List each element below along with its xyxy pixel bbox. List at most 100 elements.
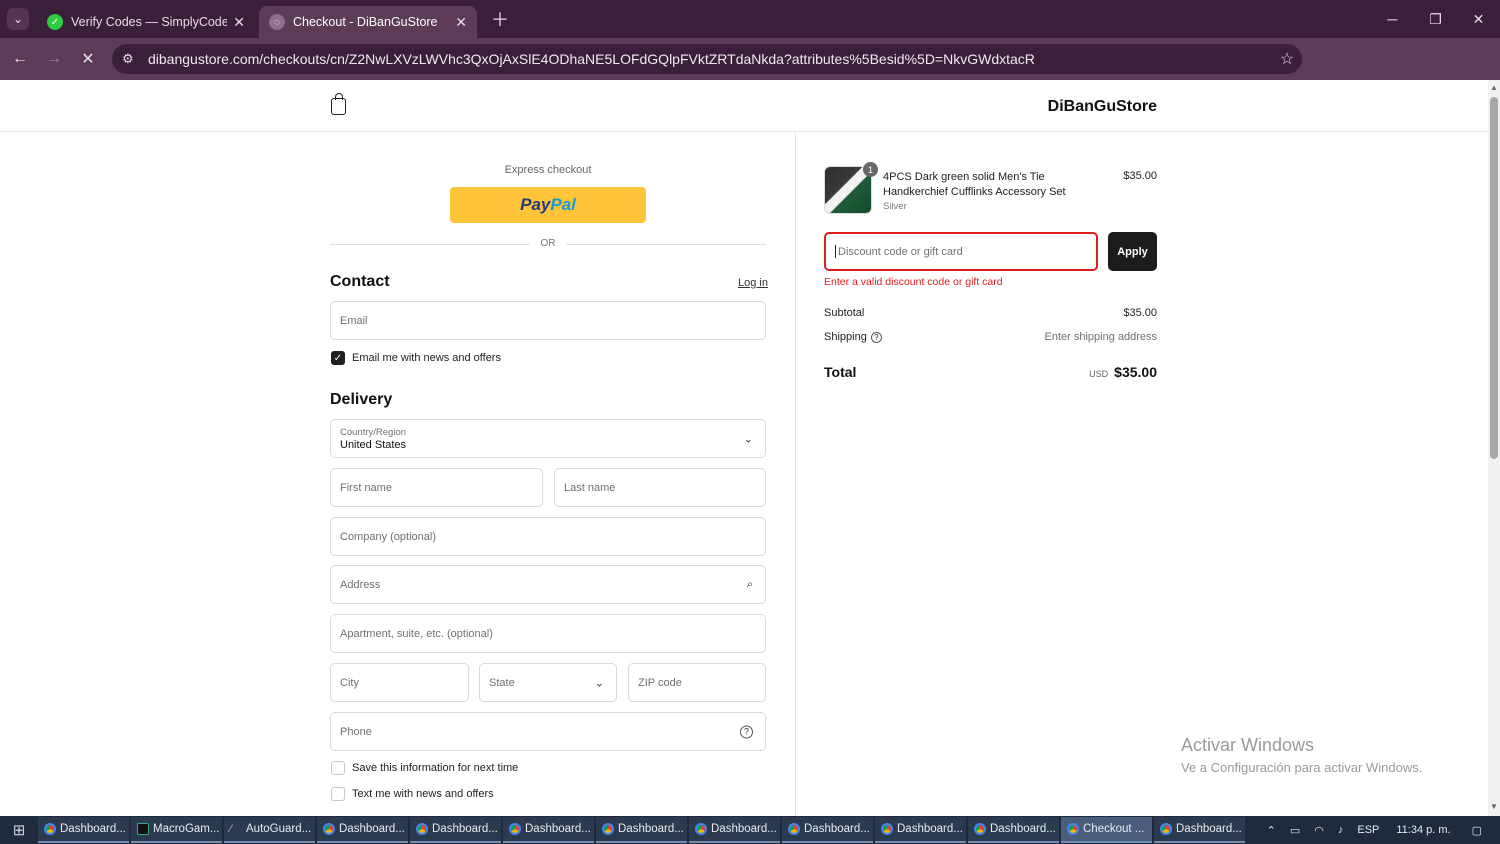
tray-chevron-up-icon[interactable]: ⌃ xyxy=(1267,824,1276,837)
paypal-button[interactable]: Pay Pal xyxy=(450,187,646,223)
divider-line xyxy=(566,244,766,245)
scroll-down-arrow-icon[interactable]: ▼ xyxy=(1490,802,1498,811)
total-amount: USD $35.00 xyxy=(1089,364,1157,380)
chrome-app-icon xyxy=(788,823,800,835)
new-tab-plus-icon[interactable]: ＋ xyxy=(491,6,509,32)
country-label: Country/Region xyxy=(340,427,407,438)
battery-icon[interactable]: ▭ xyxy=(1290,824,1300,837)
taskbar-item[interactable]: Dashboard... xyxy=(410,817,501,843)
subtotal-label: Subtotal xyxy=(824,307,865,319)
scroll-up-arrow-icon[interactable]: ▲ xyxy=(1490,83,1498,92)
loading-favicon-icon: ◌ xyxy=(269,14,285,30)
country-value: United States xyxy=(340,439,407,451)
wifi-icon[interactable]: ◠ xyxy=(1314,824,1324,837)
tab-checkout[interactable]: ◌ Checkout - DiBanGuStore ✕ xyxy=(259,6,477,38)
paypal-logo-part1: Pay xyxy=(520,195,551,214)
taskbar-item[interactable]: Checkout ... xyxy=(1061,817,1152,843)
country-select[interactable]: Country/Region United States ⌄ xyxy=(330,419,766,458)
apply-button[interactable]: Apply xyxy=(1108,232,1157,271)
city-field[interactable]: City xyxy=(330,663,469,702)
zip-field[interactable]: ZIP code xyxy=(628,663,766,702)
first-name-field[interactable]: First name xyxy=(330,468,543,507)
text-me-checkbox[interactable] xyxy=(331,787,345,801)
taskbar-item[interactable]: Dashboard... xyxy=(596,817,687,843)
address-field[interactable]: Address ⌕ xyxy=(330,565,766,604)
chrome-app-icon xyxy=(1160,823,1172,835)
simplycodes-favicon-icon: ✓ xyxy=(47,14,63,30)
email-field[interactable]: Email xyxy=(330,301,766,340)
taskbar-item[interactable]: Dashboard... xyxy=(1154,817,1245,843)
taskbar-item[interactable]: MacroGam... xyxy=(131,817,222,843)
tab-simplycodes[interactable]: ✓ Verify Codes — SimplyCodes ✕ xyxy=(37,6,255,38)
first-name-placeholder: First name xyxy=(340,481,392,494)
close-window-icon[interactable]: ✕ xyxy=(1457,0,1500,38)
zip-placeholder: ZIP code xyxy=(638,676,682,689)
city-placeholder: City xyxy=(340,676,359,689)
save-info-checkbox[interactable] xyxy=(331,761,345,775)
url-text[interactable]: dibangustore.com/checkouts/cn/Z2NwLXVzLW… xyxy=(148,51,1272,67)
close-tab-icon[interactable]: ✕ xyxy=(455,14,467,31)
start-grid-icon[interactable]: ⊞ xyxy=(0,816,38,844)
quantity-badge: 1 xyxy=(863,162,878,177)
window-controls: ─ ❐ ✕ xyxy=(1371,0,1500,38)
address-placeholder: Address xyxy=(340,578,381,591)
volume-icon[interactable]: ♪ xyxy=(1338,824,1344,836)
apartment-field[interactable]: Apartment, suite, etc. (optional) xyxy=(330,614,766,653)
company-field[interactable]: Company (optional) xyxy=(330,517,766,556)
help-question-icon[interactable]: ? xyxy=(870,331,882,343)
notifications-icon[interactable]: ▢ xyxy=(1472,824,1482,837)
stop-loading-icon[interactable]: ✕ xyxy=(71,42,105,76)
browser-toolbar: ← → ✕ ⚙ dibangustore.com/checkouts/cn/Z2… xyxy=(0,38,1500,109)
delivery-heading: Delivery xyxy=(330,391,393,408)
text-me-label: Text me with news and offers xyxy=(352,788,494,800)
language-indicator[interactable]: ESP xyxy=(1357,824,1379,836)
back-arrow-icon[interactable]: ← xyxy=(3,42,37,76)
page-scrollbar[interactable]: ▲ ▼ xyxy=(1488,80,1500,816)
watermark-subtitle: Ve a Configuración para activar Windows. xyxy=(1181,760,1423,775)
last-name-field[interactable]: Last name xyxy=(554,468,766,507)
scrollbar-thumb[interactable] xyxy=(1490,97,1498,459)
bookmark-star-icon[interactable]: ☆ xyxy=(1272,49,1302,69)
taskbar-item[interactable]: Dashboard... xyxy=(317,817,408,843)
cart-bag-icon[interactable] xyxy=(331,93,346,115)
browser-tab-bar: ⌄ ✓ Verify Codes — SimplyCodes ✕ ◌ Check… xyxy=(0,0,1500,38)
clock[interactable]: 11:34 p. m. xyxy=(1396,824,1450,836)
close-tab-icon[interactable]: ✕ xyxy=(233,14,245,31)
product-variant: Silver xyxy=(883,201,907,212)
email-news-checkbox[interactable]: ✓ xyxy=(331,351,345,365)
apartment-placeholder: Apartment, suite, etc. (optional) xyxy=(340,627,493,640)
forward-arrow-icon[interactable]: → xyxy=(37,42,71,76)
terminal-app-icon xyxy=(137,823,149,835)
taskbar-item-label: Dashboard... xyxy=(432,823,498,835)
taskbar-item-label: Dashboard... xyxy=(804,823,870,835)
total-label: Total xyxy=(824,364,857,380)
site-settings-icon[interactable]: ⚙ xyxy=(122,51,142,67)
minimize-icon[interactable]: ─ xyxy=(1371,0,1414,38)
taskbar-item[interactable]: Dashboard... xyxy=(38,817,129,843)
taskbar-item-label: Dashboard... xyxy=(339,823,405,835)
taskbar-item[interactable]: ⁄ AutoGuard... xyxy=(224,817,315,843)
email-news-label: Email me with news and offers xyxy=(352,352,501,364)
phone-field[interactable]: Phone ? xyxy=(330,712,766,751)
save-info-label: Save this information for next time xyxy=(352,762,519,774)
taskbar-item[interactable]: Dashboard... xyxy=(968,817,1059,843)
state-select[interactable]: State ⌄ xyxy=(479,663,617,702)
checkout-page: DiBanGuStore Express checkout Pay Pal OR … xyxy=(0,80,1488,816)
help-question-icon[interactable]: ? xyxy=(740,725,753,738)
tab-title: Verify Codes — SimplyCodes xyxy=(71,15,228,29)
taskbar-item[interactable]: Dashboard... xyxy=(782,817,873,843)
discount-code-input[interactable]: Discount code or gift card xyxy=(824,232,1098,271)
taskbar-item[interactable]: Dashboard... xyxy=(875,817,966,843)
system-tray: ⌃ ▭ ◠ ♪ ESP 11:34 p. m. ▢ xyxy=(1260,816,1500,844)
restore-icon[interactable]: ❐ xyxy=(1414,0,1457,38)
chrome-app-icon xyxy=(974,823,986,835)
tab-search-chevron-icon[interactable]: ⌄ xyxy=(7,8,29,30)
address-bar[interactable]: ⚙ dibangustore.com/checkouts/cn/Z2NwLXVz… xyxy=(112,44,1302,74)
login-link[interactable]: Log in xyxy=(738,277,768,289)
contact-heading: Contact xyxy=(330,273,390,290)
taskbar-item-label: MacroGam... xyxy=(153,823,220,835)
taskbar-item[interactable]: Dashboard... xyxy=(689,817,780,843)
paypal-logo-part2: Pal xyxy=(550,195,576,214)
store-name[interactable]: DiBanGuStore xyxy=(1048,98,1157,116)
taskbar-item[interactable]: Dashboard... xyxy=(503,817,594,843)
